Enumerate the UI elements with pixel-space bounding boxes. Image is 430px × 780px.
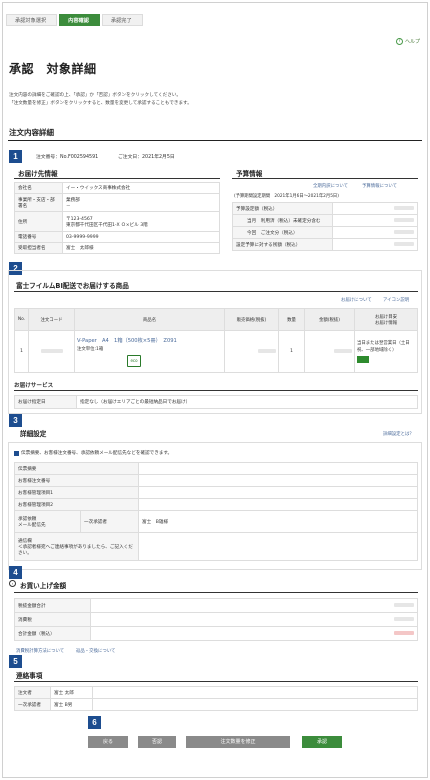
delivery-about-link[interactable]: お届けについて bbox=[341, 297, 372, 303]
step-complete: 承認完了 bbox=[101, 14, 143, 26]
section-badge-3: 3 bbox=[9, 414, 22, 427]
contact-title: 連絡事項 bbox=[16, 672, 43, 680]
amount-title: お買い上げ金額 bbox=[20, 582, 67, 590]
masked-value bbox=[394, 205, 414, 210]
divider bbox=[14, 592, 418, 593]
divider bbox=[14, 178, 220, 179]
divider bbox=[14, 291, 418, 292]
arrow-icon: › bbox=[9, 580, 16, 587]
budget-table: 予算設定額（税込） 当月 利用済（税込）未確定分含む 今回 ご注文分（税込） 設… bbox=[232, 202, 418, 251]
step-confirm: 内容確認 bbox=[59, 14, 100, 26]
page-title: 承認 対象詳細 bbox=[9, 62, 97, 76]
step-select: 承認対象選択 bbox=[6, 14, 58, 26]
delivery-title: お届け先情報 bbox=[18, 170, 58, 178]
back-button[interactable]: 戻る bbox=[88, 736, 128, 748]
amount-table: 税抜金額合計 消費税 合計金額（税込） bbox=[14, 598, 418, 641]
detail-about-link[interactable]: 詳細設定とは？ bbox=[383, 431, 414, 437]
order-details-heading: 注文内容詳細 bbox=[9, 128, 54, 137]
help-icon: ? bbox=[395, 38, 403, 45]
detail-table: 伝票摘要 お客様注文番号 お客様管理項目1 お客様管理項目2 bbox=[14, 462, 418, 511]
order-date: ご注文日：2021年2月5日 bbox=[118, 155, 175, 160]
masked-value bbox=[394, 217, 414, 222]
table-row: 1 V-Paper A4 1箱（500枚×5冊） Z091 注文単位:1箱 ec… bbox=[14, 330, 418, 373]
detail-title: 詳細設定 bbox=[20, 430, 47, 438]
masked-value bbox=[394, 229, 414, 234]
truck-icon bbox=[357, 356, 369, 363]
products-table: No. 注文コード 商品名 販売価格(税抜) 数量 金額(税抜) お届け目安 お… bbox=[14, 308, 418, 373]
icon-legend-link[interactable]: アイコン説明 bbox=[383, 297, 409, 303]
budget-breakdown-link[interactable]: 全期内訳について bbox=[313, 183, 348, 189]
section-badge-5: 5 bbox=[9, 655, 22, 668]
reject-button[interactable]: 否認 bbox=[138, 736, 176, 748]
budget-title: 予算情報 bbox=[236, 170, 263, 178]
delivery-service-table: お届け指定日 指定なし（お届けエリアごとの最短納品日でお届け） bbox=[14, 395, 418, 409]
returns-link[interactable]: 返品・交換について bbox=[76, 648, 115, 654]
masked-value bbox=[394, 616, 414, 621]
masked-value bbox=[394, 602, 414, 607]
masked-value bbox=[394, 241, 414, 246]
budget-info-link[interactable]: 予算情報について bbox=[362, 183, 397, 189]
approval-table: 承認依頼 メール配信先 一次承認者 富士 B雄様 通信欄 ＜承認者様宛へご連絡事… bbox=[14, 510, 418, 561]
section-badge-6: 6 bbox=[88, 716, 101, 729]
masked-value bbox=[334, 348, 352, 353]
intro-text: 注文内容の詳細をご確認の上、「承認」か「否認」ボタンをクリックしてください。 「… bbox=[9, 93, 192, 106]
divider bbox=[8, 140, 422, 141]
section-badge-1: 1 bbox=[9, 150, 22, 163]
product-name-link[interactable]: V-Paper A4 1箱（500枚×5冊） Z091 bbox=[77, 337, 222, 344]
masked-value bbox=[258, 348, 276, 353]
divider bbox=[14, 390, 418, 391]
approve-button[interactable]: 承認 bbox=[302, 736, 342, 748]
tax-method-link[interactable]: 消費税計算方法について bbox=[16, 648, 64, 654]
products-title: 富士フイルムBI配送でお届けする商品 bbox=[16, 282, 129, 290]
delivery-service-title: お届けサービス bbox=[14, 383, 54, 389]
modify-quantity-button[interactable]: 注文数量を修正 bbox=[186, 736, 290, 748]
detail-note: 伝票摘要、お客様注文番号、承認依頼メール配信先などを確認できます。 bbox=[14, 450, 172, 456]
section-badge-4: 4 bbox=[9, 566, 22, 579]
eco-icon: eco bbox=[127, 354, 141, 367]
help-link[interactable]: ? ヘルプ bbox=[395, 38, 420, 45]
info-icon bbox=[14, 450, 19, 456]
contact-table: 注文者 富士 太郎 一次承認者 富士 B男 bbox=[14, 686, 418, 711]
delivery-table: 会社名 イー・ウイックス商事株式会社 事業所・支店・部署名 業務部 － 住所 〒123… bbox=[14, 182, 220, 254]
masked-value bbox=[40, 348, 63, 353]
divider bbox=[14, 681, 418, 682]
budget-period: (予算期間設定期間 2021年1月6日～2021年2月5日) bbox=[234, 194, 339, 199]
order-number: 注文番号：No.F002594591 bbox=[36, 155, 99, 160]
divider bbox=[232, 178, 418, 179]
masked-value bbox=[394, 630, 414, 635]
step-indicator: 承認対象選択 内容確認 承認完了 bbox=[6, 14, 145, 26]
